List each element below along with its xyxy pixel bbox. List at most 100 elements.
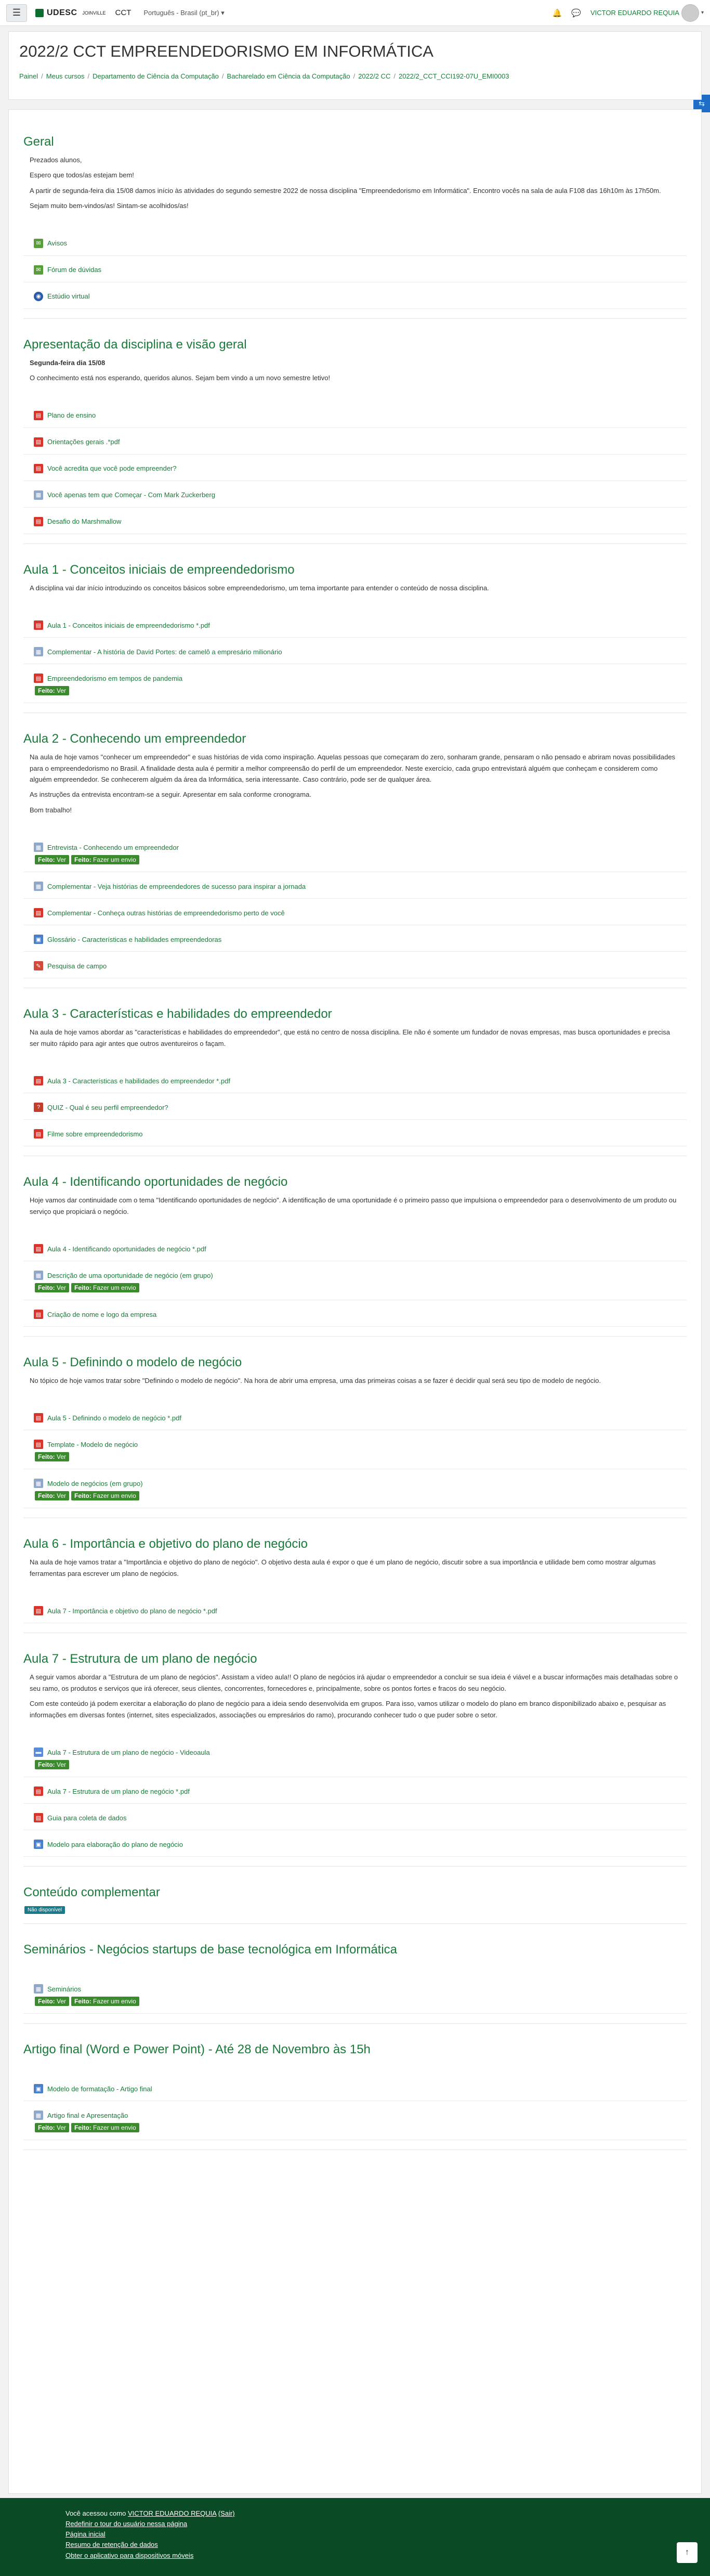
summary-paragraph: O conhecimento está nos esperando, queri… <box>30 374 331 382</box>
activity-link[interactable]: Você apenas tem que Começar - Com Mark Z… <box>47 491 215 499</box>
footer-link[interactable]: Resumo de retenção de dados <box>65 2541 158 2548</box>
section-title[interactable]: Aula 5 - Definindo o modelo de negócio <box>23 1355 687 1370</box>
assignment-icon: ▦ <box>34 1271 43 1280</box>
breadcrumb-item[interactable]: Meus cursos <box>46 72 85 80</box>
udesc-logo-icon <box>35 8 44 17</box>
activity-link[interactable]: Plano de ensino <box>47 411 96 419</box>
pdf-icon: ▤ <box>34 674 43 683</box>
logout-link[interactable]: (Sair) <box>218 2509 235 2517</box>
activity-link[interactable]: Template - Modelo de negócio <box>47 1441 138 1448</box>
completion-status: Feito: <box>38 1492 55 1500</box>
summary-paragraph: Hoje vamos dar continuidade com o tema "… <box>30 1196 677 1215</box>
activity-link[interactable]: Filme sobre empreendedorismo <box>47 1130 143 1138</box>
activity-link[interactable]: Orientações gerais .*pdf <box>47 438 120 446</box>
activity-item: ▣ Modelo para elaboração do plano de negó… <box>23 1830 687 1857</box>
section-title[interactable]: Aula 3 - Características e habilidades d… <box>23 1007 687 1021</box>
section-summary: A disciplina vai dar início introduzindo… <box>23 582 687 593</box>
activity-link[interactable]: Aula 7 - Estrutura de um plano de negóci… <box>47 1788 190 1795</box>
activity-item: ▤ Desafio do Marshmallow <box>23 508 687 534</box>
activity-link[interactable]: Complementar - A história de David Porte… <box>47 648 282 656</box>
activity-link[interactable]: QUIZ - Qual é seu perfil empreendedor? <box>47 1104 168 1111</box>
activity-link[interactable]: Complementar - Conheça outras histórias … <box>47 909 285 917</box>
footer-links: Redefinir o tour do usuário nessa página… <box>65 2519 645 2561</box>
activity-link[interactable]: Criação de nome e logo da empresa <box>47 1311 156 1318</box>
activity-link[interactable]: Desafio do Marshmallow <box>47 517 121 525</box>
breadcrumb-item[interactable]: 2022/2 CC <box>358 72 390 80</box>
arrow-up-icon[interactable]: ↑ <box>677 2542 698 2563</box>
user-menu[interactable]: VICTOR EDUARDO REQUIA ▾ <box>590 4 704 22</box>
breadcrumb-item[interactable]: Departamento de Ciência da Computação <box>93 72 219 80</box>
globe-icon: ◉ <box>34 291 43 301</box>
activity-link[interactable]: Modelo para elaboração do plano de negóc… <box>47 1841 183 1848</box>
activity-link[interactable]: Aula 4 - Identificando oportunidades de … <box>47 1245 206 1253</box>
completion-criteria: Fazer um envio <box>91 1998 136 2005</box>
pdf-icon: ▤ <box>34 437 43 447</box>
completion-status: Feito: <box>38 1761 55 1769</box>
section-summary: No tópico de hoje vamos tratar sobre "De… <box>23 1375 687 1386</box>
summary-paragraph: As instruções da entrevista encontram-se… <box>30 791 311 799</box>
activity-item: ? QUIZ - Qual é seu perfil empreendedor? <box>23 1093 687 1120</box>
glossary-icon: ▣ <box>34 935 43 944</box>
breadcrumb-item[interactable]: Bacharelado em Ciência da Computação <box>227 72 350 80</box>
activity-list: ▤ Aula 5 - Definindo o modelo de negócio … <box>23 1404 687 1509</box>
activity-link[interactable]: Avisos <box>47 239 67 247</box>
hamburger-icon[interactable]: ☰ <box>6 4 27 22</box>
activity-link[interactable]: Artigo final e Apresentação <box>47 2112 128 2119</box>
activity-item: ▤ Aula 5 - Definindo o modelo de negócio … <box>23 1404 687 1431</box>
completion-status: Feito: <box>38 687 55 695</box>
activity-link[interactable]: Aula 1 - Conceitos iniciais de empreende… <box>47 622 210 629</box>
activity-link[interactable]: Modelo de formatação - Artigo final <box>47 2085 152 2093</box>
pdf-icon: ▤ <box>34 463 43 473</box>
activity-item: ▦ Complementar - Veja histórias de empree… <box>23 872 687 899</box>
activity-link[interactable]: Aula 7 - Importância e objetivo do plano… <box>47 1607 217 1615</box>
footer-link[interactable]: Obter o aplicativo para dispositivos móv… <box>65 2552 193 2559</box>
section-title[interactable]: Apresentação da disciplina e visão geral <box>23 338 687 352</box>
site-logo[interactable]: UDESC JOINVILLE CCT <box>35 8 131 18</box>
activity-link[interactable]: Aula 3 - Características e habilidades d… <box>47 1077 230 1085</box>
footer-user-link[interactable]: VICTOR EDUARDO REQUIA <box>128 2509 216 2517</box>
summary-paragraph: Bom trabalho! <box>30 806 72 814</box>
logo-text: UDESC <box>47 8 77 17</box>
activity-link[interactable]: Modelo de negócios (em grupo) <box>47 1480 143 1487</box>
activity-item: ▤ Aula 7 - Estrutura de um plano de negóc… <box>23 1777 687 1804</box>
bell-icon[interactable]: 🔔 <box>553 8 562 18</box>
activity-link[interactable]: Fórum de dúvidas <box>47 266 101 274</box>
completion-badges: Feito: Ver Feito: Fazer um envio <box>35 1491 687 1501</box>
section-title[interactable]: Artigo final (Word e Power Point) - Até … <box>23 2042 687 2057</box>
activity-link[interactable]: Guia para coleta de dados <box>47 1814 127 1822</box>
section-summary: Segunda-feira dia 15/08 O conhecimento es… <box>23 357 687 384</box>
activity-link[interactable]: Entrevista - Conhecendo um empreendedor <box>47 844 179 851</box>
section-title[interactable]: Aula 4 - Identificando oportunidades de … <box>23 1175 687 1189</box>
activity-item: ✎ Pesquisa de campo <box>23 952 687 979</box>
activity-link[interactable]: Você acredita que você pode empreender? <box>47 464 177 472</box>
language-menu[interactable]: Português - Brasil (pt_br) ▾ <box>143 9 224 17</box>
activity-link[interactable]: Glossário - Características e habilidade… <box>47 936 221 943</box>
section-title[interactable]: Aula 1 - Conceitos iniciais de empreende… <box>23 563 687 577</box>
section-summary: Prezados alunos, Espero que todos/as este… <box>23 154 687 212</box>
breadcrumb-item[interactable]: Painel <box>19 72 38 80</box>
section-title[interactable]: Conteúdo complementar <box>23 1885 687 1900</box>
section-title[interactable]: Aula 2 - Conhecendo um empreendedor <box>23 732 687 746</box>
activity-link[interactable]: Descrição de uma oportunidade de negócio… <box>47 1272 213 1279</box>
section-title[interactable]: Seminários - Negócios startups de base t… <box>23 1943 687 1957</box>
activity-link[interactable]: Pesquisa de campo <box>47 962 107 970</box>
page-footer: Você acessou como VICTOR EDUARDO REQUIA … <box>0 2498 710 2576</box>
course-section: Aula 1 - Conceitos iniciais de empreende… <box>23 550 687 714</box>
footer-link[interactable]: Página inicial <box>65 2530 106 2538</box>
activity-link[interactable]: Seminários <box>47 1985 81 1993</box>
activity-link[interactable]: Complementar - Veja histórias de empreen… <box>47 883 306 890</box>
activity-item: ▦ Você apenas tem que Começar - Com Mark … <box>23 481 687 508</box>
section-title[interactable]: Aula 7 - Estrutura de um plano de negóci… <box>23 1652 687 1666</box>
activity-link[interactable]: Estúdio virtual <box>47 292 90 300</box>
summary-paragraph: A partir de segunda-feira dia 15/08 damo… <box>30 186 661 195</box>
activity-link[interactable]: Aula 7 - Estrutura de um plano de negóci… <box>47 1749 210 1756</box>
breadcrumb-item[interactable]: 2022/2_CCT_CCI192-07U_EMI0003 <box>399 72 509 80</box>
section-title[interactable]: Geral <box>23 135 687 149</box>
section-title[interactable]: Aula 6 - Importância e objetivo do plano… <box>23 1537 687 1551</box>
completion-status: Feito: <box>38 2124 55 2132</box>
activity-link[interactable]: Aula 5 - Definindo o modelo de negócio *… <box>47 1414 181 1422</box>
footer-link[interactable]: Redefinir o tour do usuário nessa página <box>65 2520 187 2528</box>
chat-icon[interactable]: 💬 <box>571 8 581 18</box>
completion-status: Feito: <box>74 1998 91 2005</box>
activity-link[interactable]: Empreendedorismo em tempos de pandemia <box>47 675 182 682</box>
